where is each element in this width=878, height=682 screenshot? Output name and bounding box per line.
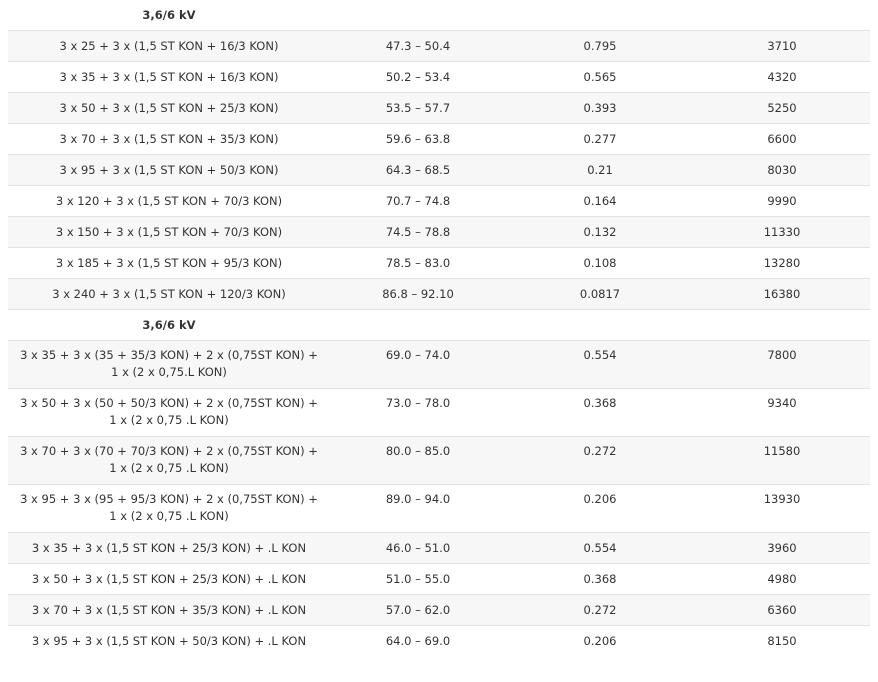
table-row: 3 x 150 + 3 x (1,5 ST KON + 70/3 KON) 74…: [8, 217, 870, 248]
cell-diameter: 74.5 – 78.8: [385, 225, 451, 239]
cell-type: 3 x 35 + 3 x (1,5 ST KON + 25/3 KON) + .…: [31, 541, 307, 555]
cell-type: 3 x 95 + 3 x (1,5 ST KON + 50/3 KON): [59, 163, 279, 177]
cell-resistance: 0.206: [583, 492, 617, 506]
table-row: 3 x 35 + 3 x (35 + 35/3 KON) + 2 x (0,75…: [8, 341, 870, 389]
cell-type: 3 x 50 + 3 x (1,5 ST KON + 25/3 KON) + .…: [31, 572, 307, 586]
cell-diameter: 69.0 – 74.0: [385, 348, 451, 362]
cell-resistance: 0.277: [583, 132, 617, 146]
cell-type: 3 x 70 + 3 x (70 + 70/3 KON) + 2 x (0,75…: [20, 444, 318, 475]
cell-diameter: 59.6 – 63.8: [385, 132, 451, 146]
section-heading-row: 3,6/6 kV: [8, 0, 870, 31]
cell-diameter: 46.0 – 51.0: [385, 541, 451, 555]
table-row: 3 x 240 + 3 x (1,5 ST KON + 120/3 KON) 8…: [8, 279, 870, 310]
cell-type: 3 x 35 + 3 x (35 + 35/3 KON) + 2 x (0,75…: [20, 348, 318, 379]
cell-diameter: 64.0 – 69.0: [385, 634, 451, 648]
cell-weight: 4320: [767, 70, 797, 84]
cell-diameter: 53.5 – 57.7: [385, 101, 451, 115]
table-row: 3 x 120 + 3 x (1,5 ST KON + 70/3 KON) 70…: [8, 186, 870, 217]
cell-type: 3 x 70 + 3 x (1,5 ST KON + 35/3 KON): [59, 132, 279, 146]
cell-resistance: 0.206: [583, 634, 617, 648]
cell-diameter: 89.0 – 94.0: [385, 492, 451, 506]
cell-weight: 11330: [763, 225, 801, 239]
cell-weight: 6360: [767, 603, 797, 617]
cell-weight: 11580: [763, 444, 801, 458]
table-row: 3 x 25 + 3 x (1,5 ST KON + 16/3 KON) 47.…: [8, 31, 870, 62]
cable-spec-table: 3,6/6 kV 3 x 25 + 3 x (1,5 ST KON + 16/3…: [8, 0, 870, 657]
cell-type: 3 x 25 + 3 x (1,5 ST KON + 16/3 KON): [59, 39, 279, 53]
cell-weight: 6600: [767, 132, 797, 146]
cell-resistance: 0.272: [583, 603, 617, 617]
cell-type: 3 x 95 + 3 x (1,5 ST KON + 50/3 KON) + .…: [31, 634, 307, 648]
cell-resistance: 0.0817: [579, 287, 621, 301]
cell-type: 3 x 120 + 3 x (1,5 ST KON + 70/3 KON): [55, 194, 283, 208]
cell-resistance: 0.108: [583, 256, 617, 270]
cell-diameter: 51.0 – 55.0: [385, 572, 451, 586]
table-row: 3 x 185 + 3 x (1,5 ST KON + 95/3 KON) 78…: [8, 248, 870, 279]
cell-resistance: 0.132: [583, 225, 617, 239]
cell-resistance: 0.164: [583, 194, 617, 208]
cell-type: 3 x 35 + 3 x (1,5 ST KON + 16/3 KON): [59, 70, 279, 84]
cell-weight: 4980: [767, 572, 797, 586]
cell-weight: 5250: [767, 101, 797, 115]
cell-diameter: 47.3 – 50.4: [385, 39, 451, 53]
cell-diameter: 80.0 – 85.0: [385, 444, 451, 458]
table-row: 3 x 35 + 3 x (1,5 ST KON + 25/3 KON) + .…: [8, 533, 870, 564]
table-row: 3 x 95 + 3 x (1,5 ST KON + 50/3 KON) + .…: [8, 626, 870, 657]
cell-resistance: 0.554: [583, 541, 617, 555]
section-heading: 3,6/6 kV: [142, 8, 196, 22]
cell-resistance: 0.21: [587, 163, 613, 177]
table-row: 3 x 95 + 3 x (1,5 ST KON + 50/3 KON) 64.…: [8, 155, 870, 186]
cell-resistance: 0.368: [583, 396, 617, 410]
cell-weight: 7800: [767, 348, 797, 362]
table-row: 3 x 70 + 3 x (1,5 ST KON + 35/3 KON) 59.…: [8, 124, 870, 155]
cell-type: 3 x 50 + 3 x (50 + 50/3 KON) + 2 x (0,75…: [20, 396, 318, 427]
cell-diameter: 64.3 – 68.5: [385, 163, 451, 177]
cell-weight: 16380: [763, 287, 801, 301]
cell-resistance: 0.368: [583, 572, 617, 586]
table-row: 3 x 50 + 3 x (50 + 50/3 KON) + 2 x (0,75…: [8, 389, 870, 437]
cell-weight: 9990: [767, 194, 797, 208]
cell-type: 3 x 50 + 3 x (1,5 ST KON + 25/3 KON): [59, 101, 279, 115]
cell-diameter: 73.0 – 78.0: [385, 396, 451, 410]
cell-diameter: 57.0 – 62.0: [385, 603, 451, 617]
table-row: 3 x 35 + 3 x (1,5 ST KON + 16/3 KON) 50.…: [8, 62, 870, 93]
cell-diameter: 50.2 – 53.4: [385, 70, 451, 84]
cell-type: 3 x 150 + 3 x (1,5 ST KON + 70/3 KON): [55, 225, 283, 239]
cell-resistance: 0.795: [583, 39, 617, 53]
table-row: 3 x 70 + 3 x (70 + 70/3 KON) + 2 x (0,75…: [8, 437, 870, 485]
table-row: 3 x 70 + 3 x (1,5 ST KON + 35/3 KON) + .…: [8, 595, 870, 626]
cell-resistance: 0.272: [583, 444, 617, 458]
table-row: 3 x 50 + 3 x (1,5 ST KON + 25/3 KON) 53.…: [8, 93, 870, 124]
cell-diameter: 70.7 – 74.8: [385, 194, 451, 208]
cell-resistance: 0.565: [583, 70, 617, 84]
cell-weight: 3710: [767, 39, 797, 53]
cell-type: 3 x 70 + 3 x (1,5 ST KON + 35/3 KON) + .…: [31, 603, 307, 617]
table-row: 3 x 50 + 3 x (1,5 ST KON + 25/3 KON) + .…: [8, 564, 870, 595]
cell-weight: 9340: [767, 396, 797, 410]
table-row: 3 x 95 + 3 x (95 + 95/3 KON) + 2 x (0,75…: [8, 485, 870, 533]
cell-weight: 13280: [763, 256, 801, 270]
cell-weight: 8030: [767, 163, 797, 177]
section-heading-row: 3,6/6 kV: [8, 310, 870, 341]
cell-weight: 8150: [767, 634, 797, 648]
cell-weight: 13930: [763, 492, 801, 506]
cell-diameter: 78.5 – 83.0: [385, 256, 451, 270]
cell-type: 3 x 240 + 3 x (1,5 ST KON + 120/3 KON): [52, 287, 286, 301]
cell-resistance: 0.393: [583, 101, 617, 115]
cell-diameter: 86.8 – 92.10: [382, 287, 454, 301]
cell-type: 3 x 185 + 3 x (1,5 ST KON + 95/3 KON): [55, 256, 283, 270]
cell-weight: 3960: [767, 541, 797, 555]
cell-resistance: 0.554: [583, 348, 617, 362]
section-heading: 3,6/6 kV: [142, 318, 196, 332]
cell-type: 3 x 95 + 3 x (95 + 95/3 KON) + 2 x (0,75…: [20, 492, 318, 523]
